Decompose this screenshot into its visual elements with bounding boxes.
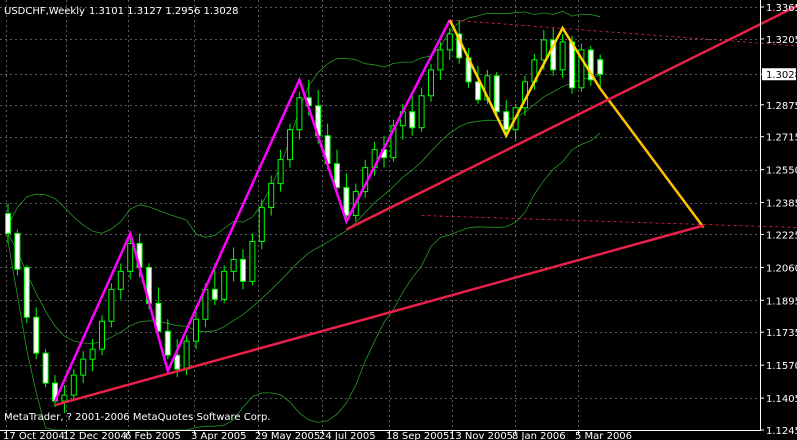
y-tick-label: 1.2385 xyxy=(766,199,797,210)
x-tick-label: 3 Apr 2005 xyxy=(191,431,246,440)
candle-body xyxy=(475,81,481,101)
x-tick-label: 29 May 2005 xyxy=(255,431,320,440)
candle-body xyxy=(446,33,453,51)
candle-body xyxy=(108,288,115,322)
candle xyxy=(258,199,265,250)
candle-body xyxy=(277,159,284,185)
y-tick-label: 1.3365 xyxy=(766,3,797,14)
candle-body xyxy=(99,320,105,350)
candle-body xyxy=(296,97,303,131)
candle xyxy=(221,265,228,304)
candle-body xyxy=(61,394,68,402)
candle-body xyxy=(343,187,350,217)
y-tick-label: 1.2225 xyxy=(766,230,797,241)
x-tick-label: 13 Nov 2005 xyxy=(449,431,513,440)
candle-body xyxy=(230,258,237,272)
candle-body xyxy=(258,207,265,242)
x-tick-label: 12 Dec 2004 xyxy=(63,431,127,440)
candle xyxy=(249,233,256,286)
y-tick-label: 1.1895 xyxy=(766,296,797,307)
candle-body xyxy=(23,266,30,318)
candle-body xyxy=(127,242,134,272)
x-tick-label: 5 Mar 2006 xyxy=(575,431,632,440)
y-tick-label: 1.2060 xyxy=(766,263,797,274)
x-tick-label: 8 Jan 2006 xyxy=(512,431,566,440)
candle-body xyxy=(183,340,190,370)
y-tick-label: 1.2715 xyxy=(766,133,797,144)
candle-body xyxy=(287,129,293,161)
candle-body xyxy=(14,232,21,270)
candle-body xyxy=(503,111,510,131)
candle xyxy=(578,43,585,92)
candle xyxy=(14,229,21,276)
candle-body xyxy=(164,330,171,356)
y-tick-label: 1.2875 xyxy=(766,101,797,112)
candle-body xyxy=(221,270,228,300)
x-tick-label: 24 Jul 2005 xyxy=(319,431,376,440)
candle-body xyxy=(174,354,181,370)
candle-body xyxy=(597,59,604,75)
ohlc-readout: 1.3101 1.3127 1.2956 1.3028 xyxy=(89,6,239,17)
y-tick-label: 1.2550 xyxy=(766,166,797,177)
candle-body xyxy=(240,258,246,282)
candle-body xyxy=(540,39,547,61)
candle-body xyxy=(33,316,40,354)
candle-body xyxy=(268,183,275,209)
x-tick-label: 17 Oct 2004 xyxy=(3,431,65,440)
candle-body xyxy=(409,111,416,129)
candle-body xyxy=(117,270,124,290)
candle-body xyxy=(5,213,11,234)
y-tick-label: 1.1245 xyxy=(766,426,797,437)
candle-body xyxy=(559,41,566,71)
candle-body xyxy=(428,69,434,97)
candle-body xyxy=(211,288,218,300)
candle xyxy=(23,265,30,324)
candle xyxy=(42,349,49,388)
candle-body xyxy=(89,348,96,360)
candle xyxy=(587,45,594,86)
current-price-label: 1.3028 xyxy=(766,70,797,81)
copyright-footer: MetaTrader, ? 2001-2006 MetaQuotes Softw… xyxy=(4,412,270,423)
candle-body xyxy=(80,358,87,376)
x-tick-label: 18 Sep 2005 xyxy=(386,431,449,440)
candle xyxy=(428,63,434,102)
symbol-label: USDCHF,Weekly xyxy=(4,6,85,17)
candle-body xyxy=(193,318,199,342)
candle-body xyxy=(569,41,575,89)
y-tick-label: 1.1405 xyxy=(766,394,797,405)
y-tick-label: 1.3205 xyxy=(766,35,797,46)
x-tick-label: 6 Feb 2005 xyxy=(125,431,181,440)
candlestick-chart: 1.3365 1.3205 1.3028 1.2875 1.2715 1.2550 1.23… xyxy=(0,0,797,440)
candle-body xyxy=(70,374,77,396)
candle-body xyxy=(249,240,256,282)
candle-body xyxy=(437,49,444,71)
y-tick-label: 1.1570 xyxy=(766,361,797,372)
candle-body xyxy=(42,352,49,384)
y-tick-label: 1.1735 xyxy=(766,328,797,339)
candle xyxy=(99,315,105,356)
candle xyxy=(108,283,115,328)
candle-body xyxy=(493,75,500,113)
candle-body xyxy=(418,95,425,129)
